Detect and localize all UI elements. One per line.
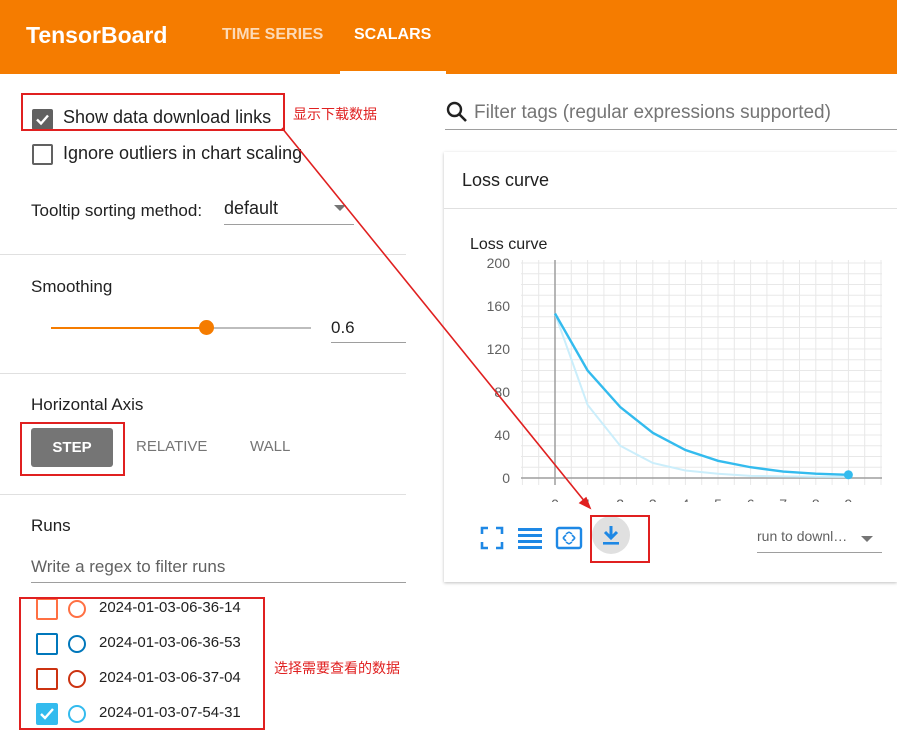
tab-time-series[interactable]: TIME SERIES (222, 26, 323, 44)
runs-filter-underline (31, 582, 406, 583)
axis-wall-button[interactable]: WALL (250, 438, 290, 455)
scalar-card: Loss curve Loss curve 040801201602000123… (444, 152, 897, 582)
smoothing-slider-fill (51, 327, 206, 329)
y-tick-label: 0 (502, 470, 510, 486)
x-tick-label: 7 (779, 496, 787, 502)
smoothing-label: Smoothing (31, 277, 113, 296)
tooltip-sorting-select[interactable]: default (224, 198, 278, 219)
top-app-bar: TensorBoard TIME SERIES SCALARS (0, 0, 897, 74)
annotation-note-select-runs: 选择需要查看的数据 (274, 660, 400, 676)
card-header: Loss curve (444, 152, 897, 209)
smoothing-slider-thumb[interactable] (199, 320, 214, 335)
fit-domain-icon[interactable] (555, 524, 583, 552)
download-select-underline (757, 552, 882, 553)
series-endpoint-marker (843, 470, 853, 480)
ignore-outliers-checkbox[interactable] (32, 144, 53, 165)
download-run-select[interactable]: run to downl… (757, 526, 882, 552)
annotation-box-download (590, 515, 650, 563)
tag-filter[interactable]: Filter tags (regular expressions support… (445, 96, 897, 128)
card-title: Loss curve (462, 170, 550, 190)
section-divider (0, 373, 406, 374)
x-tick-label: 5 (714, 496, 722, 502)
x-tick-label: 0 (551, 496, 559, 502)
x-tick-label: 1 (584, 496, 592, 502)
tag-filter-input[interactable]: Filter tags (regular expressions support… (474, 102, 831, 124)
y-tick-label: 200 (487, 255, 511, 271)
tooltip-select-underline (224, 224, 354, 225)
tab-scalars[interactable]: SCALARS (354, 26, 431, 44)
chevron-down-icon[interactable] (334, 205, 346, 213)
smoothing-input-underline (331, 342, 406, 343)
smoothing-value-input[interactable]: 0.6 (331, 318, 355, 338)
axis-relative-button[interactable]: RELATIVE (136, 438, 207, 455)
tooltip-sorting-label: Tooltip sorting method: (31, 201, 203, 220)
y-tick-label: 160 (487, 298, 511, 314)
x-tick-label: 8 (812, 496, 820, 502)
search-icon (446, 101, 467, 122)
y-tick-label: 120 (487, 341, 511, 357)
y-tick-label: 80 (494, 384, 510, 400)
runs-label: Runs (31, 516, 71, 535)
download-run-select-value: run to downl… (757, 528, 848, 544)
x-tick-label: 9 (845, 496, 853, 502)
runs-filter-input[interactable]: Write a regex to filter runs (31, 557, 225, 577)
section-divider (0, 254, 406, 255)
chevron-down-icon[interactable] (861, 536, 873, 543)
x-tick-label: 6 (747, 496, 755, 502)
annotation-box-download-toggle (21, 93, 285, 131)
annotation-note-show-download: 显示下载数据 (293, 106, 377, 122)
app-title: TensorBoard (26, 22, 168, 48)
x-tick-label: 2 (616, 496, 624, 502)
x-tick-label: 3 (649, 496, 657, 502)
active-tab-indicator (340, 71, 446, 74)
annotation-box-step (20, 422, 125, 476)
ignore-outliers-label: Ignore outliers in chart scaling (63, 143, 303, 163)
y-tick-label: 40 (494, 427, 510, 443)
lines-icon[interactable] (516, 524, 544, 552)
horizontal-axis-label: Horizontal Axis (31, 395, 144, 414)
annotation-box-runs (19, 597, 265, 730)
tag-filter-underline (445, 129, 897, 130)
section-divider (0, 494, 406, 495)
fullscreen-icon[interactable] (478, 524, 506, 552)
loss-chart[interactable]: 0 40 80 120 160 200 0 1 2 3 4 5 6 7 8 9 (444, 252, 897, 502)
x-tick-label: 4 (682, 496, 690, 502)
